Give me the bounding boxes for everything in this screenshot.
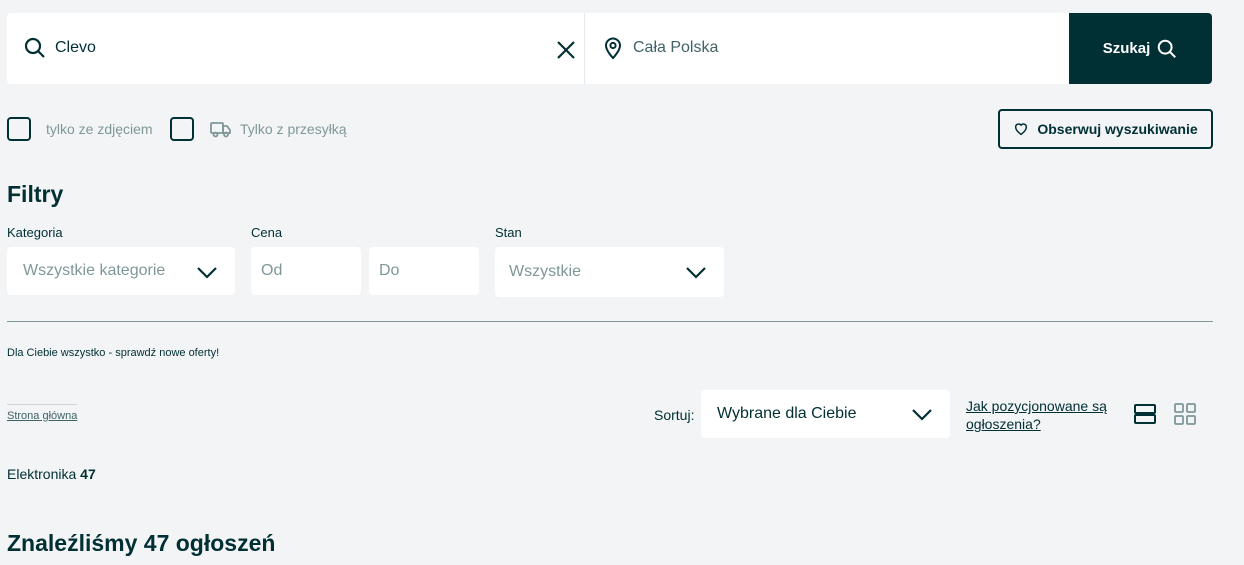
price-label: Cena (251, 225, 283, 240)
photo-only-label: tylko ze zdjęciem (46, 121, 153, 137)
promo-text: Dla Ciebie wszystko - sprawdź nowe ofert… (7, 347, 220, 359)
shipping-only-label: Tylko z przesyłką (240, 121, 347, 137)
category-label: Kategoria (7, 225, 63, 240)
price-from-placeholder: Od (261, 262, 283, 279)
close-icon[interactable] (554, 38, 578, 62)
category-value: Wszystkie kategorie (23, 262, 166, 279)
filters-divider (7, 321, 1213, 322)
search-icon (24, 37, 45, 58)
grid-view-icon[interactable] (1173, 402, 1197, 426)
category-count-value: 47 (80, 466, 96, 482)
truck-icon (210, 122, 231, 138)
photo-only-option[interactable]: tylko ze zdjęciem (7, 117, 153, 141)
chevron-down-icon (912, 409, 932, 421)
price-to-input[interactable]: Do (369, 247, 479, 295)
heart-icon (1015, 123, 1028, 136)
chevron-down-icon (197, 267, 217, 279)
search-button-label: Szukaj (1102, 40, 1151, 57)
category-name: Elektronika (7, 466, 77, 482)
observe-label: Obserwuj wyszukiwanie (1037, 121, 1198, 137)
search-bar: Clevo Cała Polska Szukaj (7, 13, 1212, 84)
condition-select[interactable]: Wszystkie (495, 247, 724, 297)
sort-label: Sortuj: (654, 407, 695, 423)
price-from-input[interactable]: Od (251, 247, 361, 295)
list-view-icon[interactable] (1133, 402, 1157, 426)
observe-search-button[interactable]: Obserwuj wyszukiwanie (998, 109, 1213, 149)
ranking-info-link[interactable]: Jak pozycjonowane są ogłoszenia? (966, 397, 1116, 433)
location-input[interactable]: Cała Polska (633, 39, 718, 57)
shipping-only-option[interactable]: Tylko z przesyłką (170, 117, 347, 141)
location-pin-icon (604, 37, 622, 60)
price-to-placeholder: Do (379, 262, 400, 279)
search-results-page: Clevo Cała Polska Szukaj tylko ze zdjęci… (0, 0, 1244, 565)
breadcrumb-home-link[interactable]: Strona główna (7, 404, 78, 422)
search-icon (1158, 39, 1177, 58)
search-input[interactable]: Clevo (55, 39, 96, 57)
shipping-only-checkbox[interactable] (170, 117, 194, 141)
condition-value: Wszystkie (509, 263, 581, 280)
chevron-down-icon (686, 267, 706, 279)
query-field[interactable]: Clevo (7, 13, 585, 84)
category-select[interactable]: Wszystkie kategorie (7, 247, 235, 295)
condition-label: Stan (495, 225, 522, 240)
search-button[interactable]: Szukaj (1069, 13, 1212, 84)
results-heading: Znaleźliśmy 47 ogłoszeń (7, 530, 276, 556)
filters-title: Filtry (7, 181, 64, 207)
sort-value: Wybrane dla Ciebie (717, 405, 857, 422)
photo-only-checkbox[interactable] (7, 117, 31, 141)
location-field[interactable]: Cała Polska (585, 13, 1069, 84)
sort-select[interactable]: Wybrane dla Ciebie (701, 390, 950, 438)
category-count[interactable]: Elektronika 47 (7, 466, 96, 482)
